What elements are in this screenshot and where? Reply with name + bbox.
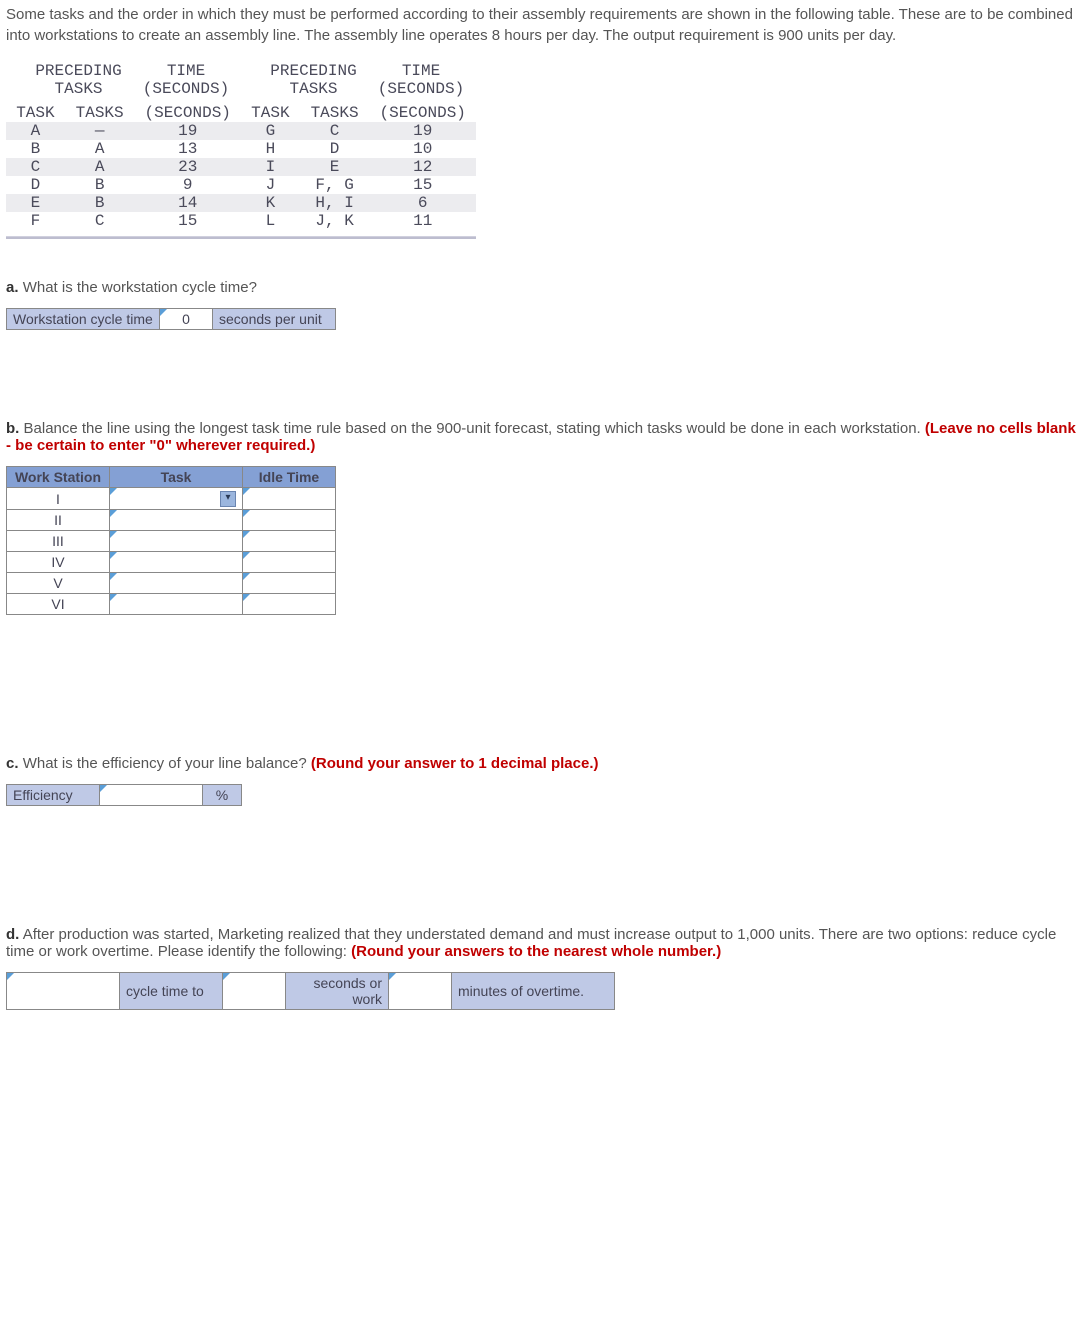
tasks-table: PRECEDING TASKS TIME (SECONDS) PRECEDING… [6,62,476,239]
b-h3: Idle Time [243,467,336,488]
question-b: b. Balance the line using the longest ta… [6,420,1082,454]
question-c: c. What is the efficiency of your line b… [6,755,1082,772]
b-task-1[interactable]: ▾ [110,488,243,510]
a-unit-cell: seconds per unit [213,309,336,330]
b-task-3[interactable] [110,531,243,552]
b-h2: Task [110,467,243,488]
question-a: a. What is the workstation cycle time? [6,279,1082,296]
b-task-4[interactable] [110,552,243,573]
b-task-5[interactable] [110,573,243,594]
b-row-1: I [7,488,110,510]
d-label-1: cycle time to [120,973,223,1010]
c-value-input[interactable] [100,785,203,806]
b-idle-1[interactable] [243,488,336,510]
c-unit-cell: % [203,785,242,806]
d-label-3: minutes of overtime. [452,973,615,1010]
dropdown-icon[interactable]: ▾ [220,491,236,507]
d-input-2[interactable] [223,973,286,1010]
b-row-5: V [7,573,110,594]
b-idle-6[interactable] [243,594,336,615]
b-idle-3[interactable] [243,531,336,552]
b-row-2: II [7,510,110,531]
b-idle-5[interactable] [243,573,336,594]
a-value-input[interactable]: 0 [160,309,213,330]
question-d: d. After production was started, Marketi… [6,926,1082,960]
a-label-cell: Workstation cycle time [7,309,160,330]
answer-d-table: cycle time to seconds or work minutes of… [6,972,615,1010]
b-task-6[interactable] [110,594,243,615]
d-input-1[interactable] [7,973,120,1010]
b-row-4: IV [7,552,110,573]
b-task-2[interactable] [110,510,243,531]
answer-a-table: Workstation cycle time 0 seconds per uni… [6,308,336,330]
intro-text: Some tasks and the order in which they m… [6,4,1082,46]
d-input-3[interactable] [389,973,452,1010]
b-h1: Work Station [7,467,110,488]
b-row-3: III [7,531,110,552]
b-idle-2[interactable] [243,510,336,531]
answer-b-table: Work Station Task Idle Time I ▾ II III I… [6,466,336,615]
b-row-6: VI [7,594,110,615]
b-idle-4[interactable] [243,552,336,573]
answer-c-table: Efficiency % [6,784,242,806]
d-label-2: seconds or work [286,973,389,1010]
c-label-cell: Efficiency [7,785,100,806]
